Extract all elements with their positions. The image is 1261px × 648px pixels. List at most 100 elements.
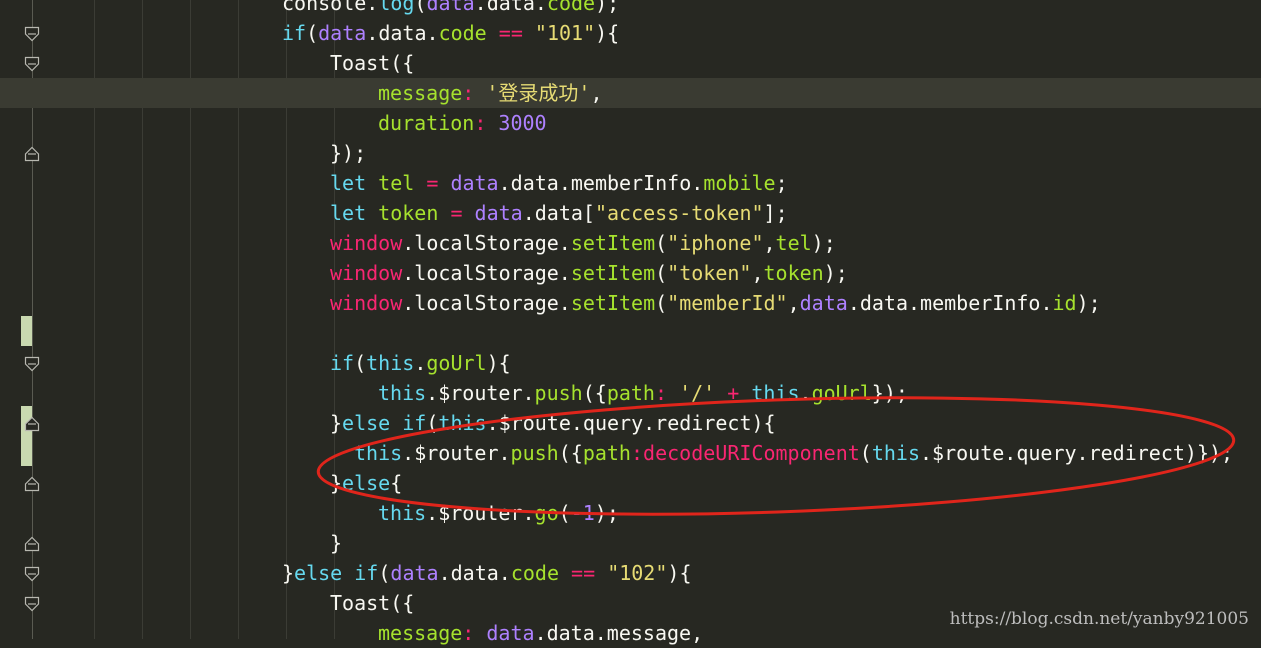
code-token: (	[354, 351, 367, 375]
code-line[interactable]: this.$router.push({path: '/' + this.goUr…	[0, 378, 1261, 408]
code-token: this	[438, 411, 487, 435]
code-line[interactable]: window.localStorage.setItem("token",toke…	[0, 258, 1261, 288]
code-text: window.localStorage.setItem("memberId",d…	[330, 288, 1101, 318]
code-token: 3000	[498, 111, 547, 135]
code-token: (	[378, 561, 391, 585]
code-token: .$router.	[426, 381, 535, 405]
code-line[interactable]: }	[0, 528, 1261, 558]
code-token: ,	[763, 231, 776, 255]
fold-open-icon[interactable]	[24, 596, 40, 612]
code-line[interactable]: }else{	[0, 468, 1261, 498]
code-token: -1	[570, 501, 595, 525]
code-token: message	[378, 621, 463, 645]
code-token: data	[486, 621, 535, 645]
code-token: ;	[775, 171, 788, 195]
code-text: }else if(data.data.code == "102"){	[282, 558, 692, 588]
change-marker	[21, 316, 32, 346]
fold-end-icon[interactable]	[24, 416, 40, 432]
code-token: data	[450, 171, 499, 195]
code-line[interactable]	[0, 318, 1261, 348]
code-token: "102"	[607, 561, 668, 585]
code-text: if(this.goUrl){	[330, 348, 511, 378]
code-token: .	[414, 351, 427, 375]
code-line[interactable]: let tel = data.data.memberInfo.mobile;	[0, 168, 1261, 198]
fold-end-icon[interactable]	[24, 146, 40, 162]
code-token: else	[294, 561, 343, 585]
code-token: this	[751, 381, 800, 405]
code-token: ({	[558, 441, 583, 465]
code-line[interactable]: }else if(data.data.code == "102"){	[0, 558, 1261, 588]
code-line[interactable]: duration: 3000	[0, 108, 1261, 138]
code-line[interactable]: window.localStorage.setItem("memberId",d…	[0, 288, 1261, 318]
code-line[interactable]: window.localStorage.setItem("iphone",tel…	[0, 228, 1261, 258]
code-token: .data[	[522, 201, 595, 225]
code-token: data	[390, 561, 439, 585]
code-token: log	[378, 0, 415, 15]
code-line[interactable]: Toast({	[0, 48, 1261, 78]
code-token: Toast({	[330, 591, 415, 615]
code-token: (	[655, 231, 668, 255]
fold-end-icon[interactable]	[24, 536, 40, 552]
code-token: tel	[775, 231, 812, 255]
code-text: window.localStorage.setItem("iphone",tel…	[330, 228, 836, 258]
code-token: .data.memberInfo.	[498, 171, 704, 195]
code-token: .$router.	[402, 441, 511, 465]
code-token: setItem	[570, 261, 656, 285]
code-token: '/'	[679, 381, 716, 405]
code-token: ){	[486, 351, 511, 375]
code-token: console.	[282, 0, 379, 15]
code-token: goUrl	[426, 351, 487, 375]
code-text: let tel = data.data.memberInfo.mobile;	[330, 168, 788, 198]
code-token: "token"	[667, 261, 752, 285]
code-line[interactable]: this.$router.push({path:decodeURICompone…	[0, 438, 1261, 468]
code-line[interactable]: });	[0, 138, 1261, 168]
code-token: }	[330, 531, 343, 555]
change-marker	[21, 406, 32, 466]
code-token: else	[342, 471, 391, 495]
code-token: "iphone"	[667, 231, 764, 255]
code-token: if	[330, 351, 355, 375]
code-text: this.$router.push({path:decodeURICompone…	[354, 438, 1233, 468]
code-token: });	[330, 141, 367, 165]
code-line[interactable]: message: '登录成功',	[0, 78, 1261, 108]
code-token: =	[450, 201, 463, 225]
code-token: {	[390, 471, 403, 495]
code-token: this	[366, 351, 415, 375]
code-token: data	[474, 201, 523, 225]
code-editor[interactable]: console.log(data.data.code); if(data.data…	[0, 0, 1261, 645]
code-token: .data.message,	[534, 621, 704, 645]
code-token: "access-token"	[594, 201, 764, 225]
code-token: .data.memberInfo.	[847, 291, 1053, 315]
fold-open-icon[interactable]	[24, 566, 40, 582]
code-text: }	[330, 528, 342, 558]
code-line[interactable]: if(data.data.code == "101"){	[0, 18, 1261, 48]
code-token: token	[378, 201, 439, 225]
code-text: message: data.data.message,	[378, 618, 703, 648]
code-text: console.log(data.data.code);	[282, 0, 619, 18]
code-token: ,	[751, 261, 764, 285]
code-token: code	[546, 0, 596, 15]
code-line[interactable]: console.log(data.data.code);	[0, 0, 1261, 18]
code-line[interactable]: if(this.goUrl){	[0, 348, 1261, 378]
fold-open-icon[interactable]	[24, 26, 40, 42]
fold-open-icon[interactable]	[24, 356, 40, 372]
fold-end-icon[interactable]	[24, 476, 40, 492]
code-token: ,	[787, 291, 800, 315]
code-line[interactable]: this.$router.go(-1);	[0, 498, 1261, 528]
code-line[interactable]: let token = data.data["access-token"];	[0, 198, 1261, 228]
code-token: .data.	[366, 21, 439, 45]
code-token: ];	[763, 201, 788, 225]
fold-open-icon[interactable]	[24, 56, 40, 72]
code-token: ){	[667, 561, 692, 585]
code-token: .data.	[438, 561, 511, 585]
code-text: Toast({	[330, 48, 414, 78]
code-token: push	[510, 441, 559, 465]
code-token: );	[1076, 291, 1101, 315]
code-line[interactable]: }else if(this.$route.query.redirect){	[0, 408, 1261, 438]
